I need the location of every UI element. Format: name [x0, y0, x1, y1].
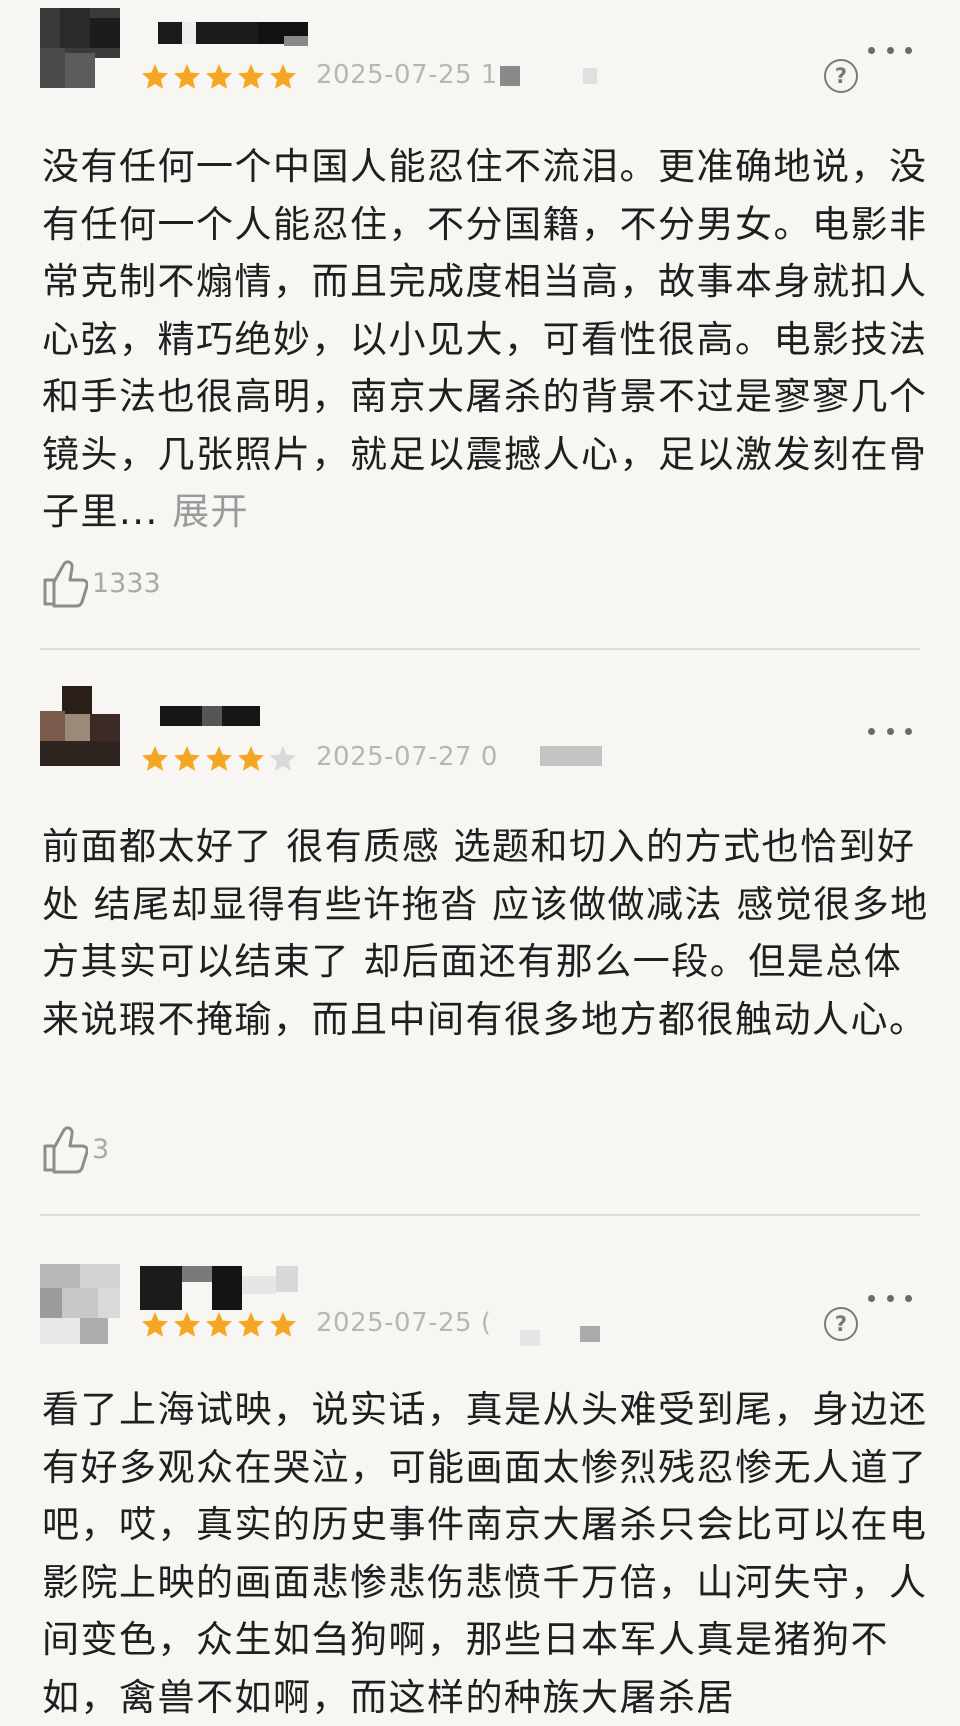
star-empty-icon: [270, 746, 296, 771]
review-content: 看了上海试映，说实话，真是从头难受到尾，身边还有好多观众在哭泣，可能画面太惨烈残…: [42, 1381, 932, 1726]
blurred-info: [583, 68, 597, 84]
star-filled-icon: [142, 746, 168, 771]
star-filled-icon: [206, 64, 232, 89]
blurred-info: [520, 1330, 540, 1346]
star-filled-icon: [238, 746, 264, 771]
star-rating: [140, 62, 298, 92]
star-filled-icon: [270, 1312, 296, 1337]
avatar[interactable]: [40, 8, 120, 88]
star-rating: [140, 744, 298, 774]
review-content: 没有任何一个中国人能忍住不流泪。更准确地说，没有任何一个人能忍住，不分国籍，不分…: [42, 138, 932, 541]
like-button[interactable]: 3: [40, 1124, 109, 1174]
divider: [40, 648, 920, 650]
review-date: 2025-07-25 (: [316, 1308, 492, 1338]
help-icon[interactable]: ?: [824, 1307, 858, 1341]
like-button[interactable]: 1333: [40, 558, 161, 608]
star-rating: [140, 1310, 298, 1340]
review-text: 看了上海试映，说实话，真是从头难受到尾，身边还有好多观众在哭泣，可能画面太惨烈残…: [42, 1388, 928, 1719]
star-filled-icon: [142, 64, 168, 89]
expand-link[interactable]: 展开: [172, 490, 249, 533]
like-count: 1333: [92, 567, 161, 599]
star-filled-icon: [142, 1312, 168, 1337]
more-options-icon[interactable]: [868, 1288, 912, 1308]
review-text: 没有任何一个中国人能忍住不流泪。更准确地说，没有任何一个人能忍住，不分国籍，不分…: [42, 145, 928, 533]
more-options-icon[interactable]: [868, 40, 912, 60]
star-filled-icon: [238, 64, 264, 89]
username-blurred[interactable]: [160, 706, 260, 728]
blurred-info: [580, 1326, 600, 1342]
avatar[interactable]: [40, 1264, 120, 1344]
help-icon[interactable]: ?: [824, 59, 858, 93]
review-content: 前面都太好了 很有质感 选题和切入的方式也恰到好处 结尾却显得有些许拖沓 应该做…: [42, 818, 932, 1048]
blurred-info: [540, 746, 602, 766]
review-date: 2025-07-25 1: [316, 60, 498, 90]
star-filled-icon: [174, 64, 200, 89]
review-text: 前面都太好了 很有质感 选题和切入的方式也恰到好处 结尾却显得有些许拖沓 应该做…: [42, 825, 929, 1041]
star-filled-icon: [174, 746, 200, 771]
divider: [40, 1214, 920, 1216]
blurred-info: [500, 66, 520, 86]
star-filled-icon: [238, 1312, 264, 1337]
thumbs-up-icon: [43, 1126, 88, 1174]
username-blurred[interactable]: [140, 1266, 310, 1310]
username-blurred[interactable]: [158, 22, 338, 46]
like-count: 3: [92, 1133, 110, 1165]
star-filled-icon: [206, 1312, 232, 1337]
star-filled-icon: [270, 64, 296, 89]
avatar[interactable]: [40, 686, 120, 766]
thumbs-up-icon: [43, 560, 88, 608]
star-filled-icon: [174, 1312, 200, 1337]
star-filled-icon: [206, 746, 232, 771]
review-date: 2025-07-27 0: [316, 742, 498, 772]
more-options-icon[interactable]: [868, 721, 912, 741]
